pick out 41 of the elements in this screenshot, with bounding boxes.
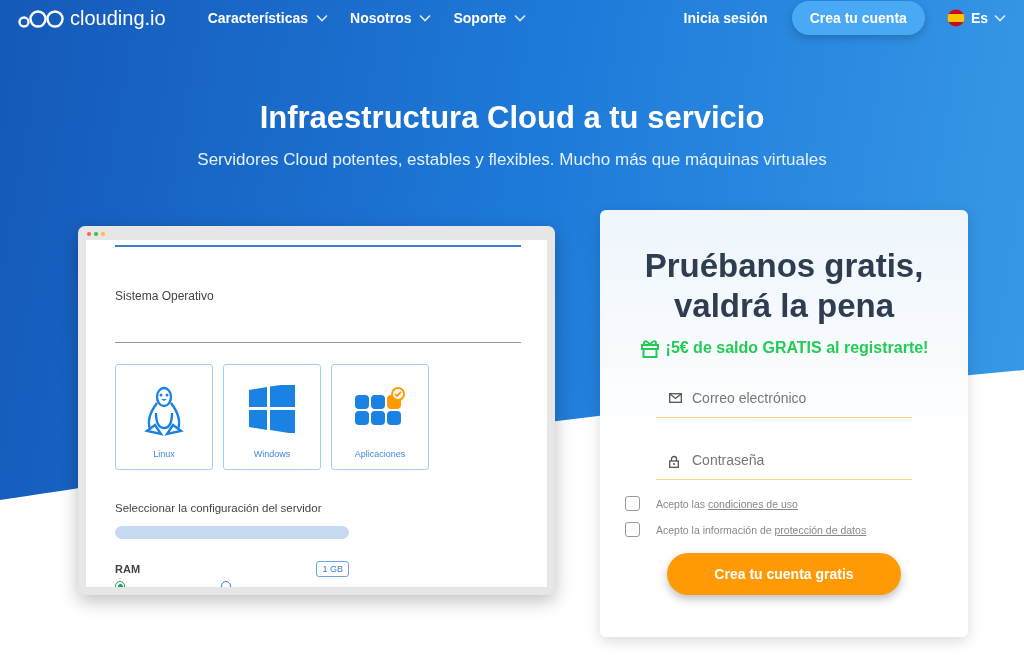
window-dot: [94, 232, 98, 236]
os-option-tile[interactable]: Aplicaciones: [331, 364, 429, 470]
password-field[interactable]: Contraseña: [656, 440, 912, 480]
chevron-down-icon: [994, 14, 1006, 22]
checkbox[interactable]: [625, 522, 640, 537]
login-link[interactable]: Inicia sesión: [683, 10, 768, 26]
chevron-down-icon: [419, 14, 432, 22]
agreement-link[interactable]: protección de datos: [774, 523, 867, 536]
flag-icon: [946, 9, 965, 27]
mail-icon: [669, 393, 682, 403]
penguin-icon: [143, 385, 185, 437]
ram-label: RAM: [115, 563, 141, 575]
checkbox[interactable]: [625, 496, 640, 511]
lock-icon: [669, 455, 679, 468]
promo-text: ¡5€ de saldo GRATIS al registrarte!: [665, 339, 929, 357]
window-dot: [87, 232, 91, 236]
window-dot: [101, 232, 105, 236]
signup-button[interactable]: Crea tu cuenta: [791, 1, 925, 35]
ram-value: 1 GB: [316, 561, 349, 577]
agreement-text: Acepto las condiciones de uso: [656, 497, 798, 510]
nav-menu-item[interactable]: Características: [207, 10, 329, 26]
gift-icon: [639, 338, 660, 358]
nav-menu-item[interactable]: Nosotros: [350, 10, 432, 26]
brand-name[interactable]: clouding.io: [70, 6, 166, 30]
card-title: Pruébanos gratis, valdrá la pena: [643, 246, 925, 326]
agreement-text: Acepto la información de protección de datos: [656, 523, 867, 536]
chevron-down-icon: [316, 14, 329, 22]
chevron-down-icon: [514, 14, 527, 22]
hero-subtitle: Servidores Cloud potentes, estables y flexibles. Mucho más que máquinas virtuales: [196, 150, 828, 170]
config-label: Seleccionar la configuración del servidor: [115, 502, 322, 514]
email-field[interactable]: Correo electrónico: [656, 378, 912, 418]
language-selector[interactable]: Es: [946, 9, 1006, 27]
logo-icon: [18, 7, 66, 29]
agreement-link[interactable]: condiciones de uso: [707, 497, 798, 510]
create-account-button[interactable]: Crea tu cuenta gratis: [667, 553, 901, 595]
nav-menu-item[interactable]: Soporte: [453, 10, 527, 26]
windows-icon: [249, 385, 295, 433]
section-label: Sistema Operativo: [115, 289, 214, 303]
hero-title: Infraestructura Cloud a tu servicio: [258, 100, 766, 136]
os-option-tile[interactable]: Windows: [223, 364, 321, 470]
os-option-tile[interactable]: Linux: [115, 364, 213, 470]
